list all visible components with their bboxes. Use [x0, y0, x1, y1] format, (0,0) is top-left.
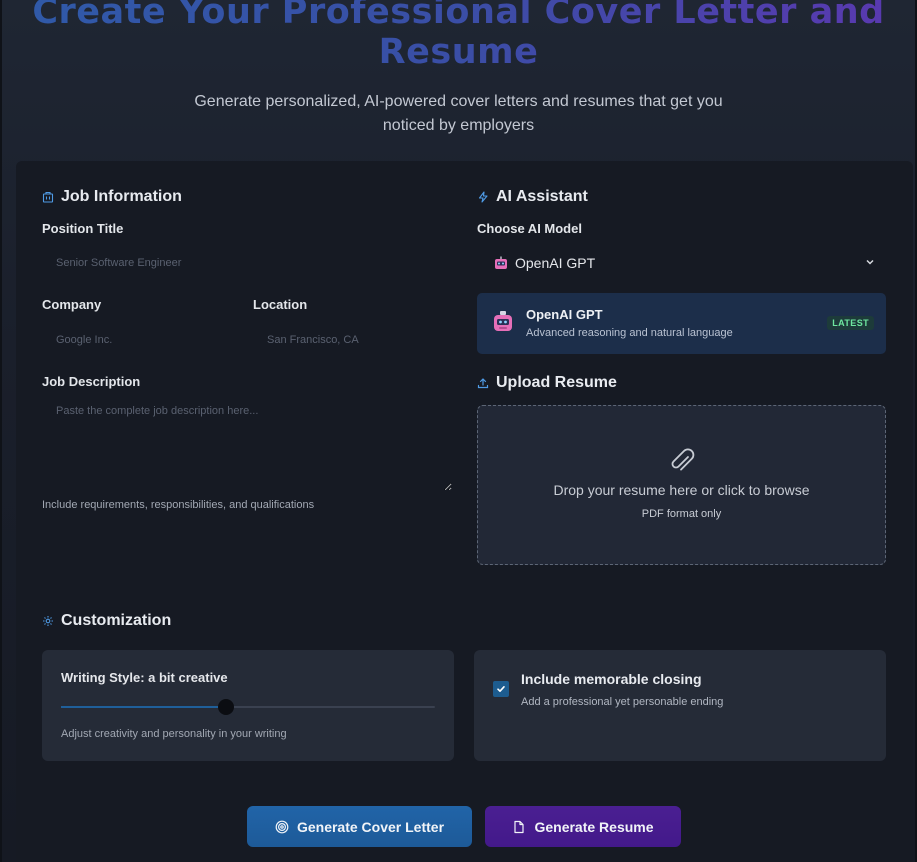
location-label: Location	[253, 297, 308, 312]
writing-style-slider[interactable]	[61, 699, 435, 715]
upload-resume-section-title: Upload Resume	[477, 374, 617, 392]
memorable-closing-checkbox[interactable]	[493, 681, 509, 697]
company-input[interactable]	[42, 324, 240, 356]
page-subtitle: Generate personalized, AI-powered cover …	[194, 93, 723, 134]
paperclip-icon	[671, 448, 695, 471]
company-label: Company	[42, 297, 102, 312]
robot-icon	[494, 311, 512, 331]
generate-cover-letter-button[interactable]: Generate Cover Letter	[247, 806, 472, 847]
upload-resume-heading: Upload Resume	[496, 374, 617, 391]
generate-resume-label: Generate Resume	[534, 818, 654, 835]
gear-icon	[43, 616, 53, 626]
dropzone-title: Drop your resume here or click to browse	[553, 482, 810, 498]
writing-style-slider-fill	[61, 706, 226, 708]
job-description-label: Job Description	[42, 374, 141, 389]
chevron-down-icon	[866, 259, 874, 265]
position-title-label: Position Title	[42, 221, 124, 236]
dropzone-subtitle: PDF format only	[641, 508, 722, 520]
ai-model-select[interactable]: OpenAI GPT	[477, 246, 887, 280]
hero-header: Create Your Professional Cover Letter an…	[0, 0, 917, 138]
model-card-description: Advanced reasoning and natural language	[526, 327, 733, 339]
generate-resume-button[interactable]: Generate Resume	[485, 806, 681, 847]
document-icon	[514, 820, 525, 833]
writing-style-label: Writing Style: a bit creative	[61, 670, 228, 685]
job-description-hint: Include requirements, responsibilities, …	[42, 499, 315, 511]
writing-style-hint: Adjust creativity and personality in you…	[61, 728, 287, 740]
selected-model-card: OpenAI GPT Advanced reasoning and natura…	[477, 293, 886, 354]
job-info-heading: Job Information	[61, 188, 182, 205]
page-title-line-2: Resume	[0, 32, 917, 72]
ai-model-label: Choose AI Model	[477, 221, 582, 236]
target-icon	[275, 820, 289, 833]
upload-icon	[477, 378, 489, 389]
customization-heading: Customization	[61, 612, 172, 629]
generate-cover-letter-label: Generate Cover Letter	[296, 818, 445, 835]
job-description-textarea[interactable]	[42, 397, 452, 491]
ai-assistant-section-title: AI Assistant	[477, 188, 588, 206]
building-icon	[42, 191, 54, 203]
job-info-section-title: Job Information	[42, 188, 182, 206]
memorable-closing-title: Include memorable closing	[521, 671, 702, 687]
resume-dropzone[interactable]: Drop your resume here or click to browse…	[477, 405, 886, 565]
lightning-icon	[478, 191, 488, 203]
page-title-line-1: Create Your Professional Cover Letter an…	[0, 0, 917, 32]
form-card: Job Information Position Title Company L…	[16, 161, 913, 862]
location-input[interactable]	[253, 324, 451, 356]
writing-style-panel: Writing Style: a bit creative Adjust cre…	[42, 650, 454, 761]
robot-icon	[495, 256, 507, 269]
memorable-closing-panel: Include memorable closing Add a professi…	[474, 650, 886, 761]
memorable-closing-subtitle: Add a professional yet personable ending	[521, 696, 724, 708]
ai-model-selected-value: OpenAI GPT	[515, 255, 596, 271]
model-card-name: OpenAI GPT	[526, 307, 603, 322]
latest-badge: LATEST	[827, 316, 874, 330]
ai-assistant-heading: AI Assistant	[496, 188, 588, 205]
writing-style-slider-thumb[interactable]	[217, 699, 234, 715]
customization-section-title: Customization	[42, 612, 171, 630]
position-title-input[interactable]	[42, 247, 452, 279]
checkmark-icon	[497, 686, 505, 692]
